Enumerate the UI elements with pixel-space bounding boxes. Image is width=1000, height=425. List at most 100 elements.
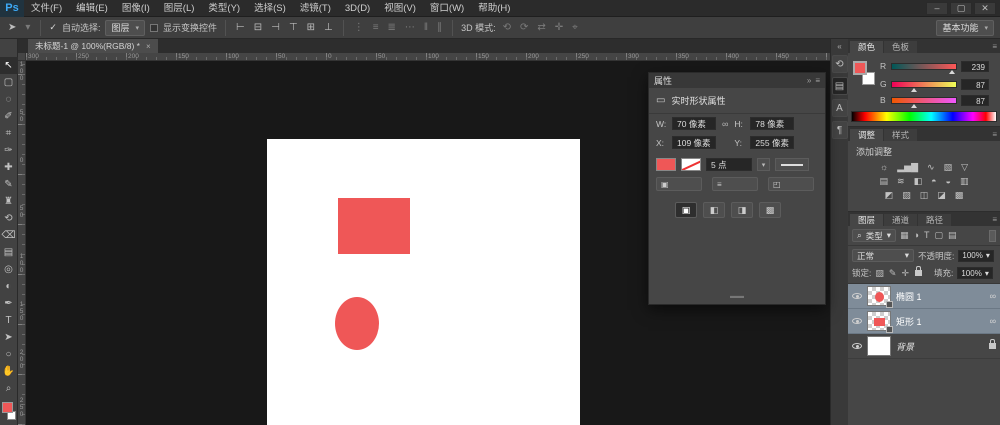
- collapse-panel-icon[interactable]: »: [807, 76, 811, 85]
- visibility-eye-icon[interactable]: [852, 318, 862, 324]
- eraser-tool[interactable]: ⌫: [0, 227, 18, 244]
- lock-image-icon[interactable]: ✎: [889, 268, 897, 279]
- type-tool[interactable]: T: [0, 312, 18, 329]
- path-selection-tool[interactable]: ➤: [0, 329, 18, 346]
- blue-slider[interactable]: [891, 97, 957, 104]
- layer-thumbnail[interactable]: [867, 286, 891, 306]
- gradient-tool[interactable]: ▤: [0, 244, 18, 261]
- zoom-tool[interactable]: ⌕: [0, 380, 18, 397]
- curves-icon[interactable]: ∿: [927, 162, 935, 172]
- color-spectrum-bar[interactable]: [851, 111, 997, 122]
- align-top-edges-icon[interactable]: ⊤: [287, 22, 300, 33]
- black-white-icon[interactable]: ◧: [914, 176, 923, 186]
- align-bottom-edges-icon[interactable]: ⊥: [322, 22, 335, 33]
- spot-healing-tool[interactable]: ✚: [0, 159, 18, 176]
- dodge-tool[interactable]: ◐: [0, 278, 18, 295]
- restore-button[interactable]: ▢: [950, 2, 972, 15]
- green-slider[interactable]: [891, 81, 957, 88]
- color-balance-icon[interactable]: ≋: [897, 176, 905, 186]
- height-field[interactable]: 78 像素: [750, 117, 794, 130]
- panel-menu-icon[interactable]: ≡: [992, 215, 997, 224]
- lock-position-icon[interactable]: ✛: [901, 268, 909, 279]
- filter-shape-layers-icon[interactable]: ▢: [935, 230, 944, 241]
- vertical-ruler[interactable]: 10050050100150200250: [18, 61, 26, 425]
- artboard[interactable]: [267, 139, 580, 425]
- layer-thumbnail[interactable]: [867, 311, 891, 331]
- 3d-drag-icon[interactable]: ⇄: [535, 22, 547, 33]
- pathop-intersect-button[interactable]: ◨: [731, 202, 753, 218]
- width-field[interactable]: 70 像素: [672, 117, 716, 130]
- vibrance-icon[interactable]: ▽: [961, 162, 968, 172]
- panel-resize-grip[interactable]: ▬▬: [730, 293, 744, 300]
- opacity-field[interactable]: 100% ▾: [958, 250, 993, 262]
- lock-transparent-icon[interactable]: ▨: [875, 268, 884, 279]
- panel-menu-icon[interactable]: ≡: [815, 76, 820, 85]
- close-button[interactable]: ✕: [974, 2, 996, 15]
- slider-handle[interactable]: [949, 70, 955, 74]
- pathop-subtract-button[interactable]: ◧: [703, 202, 725, 218]
- filter-smart-objects-icon[interactable]: ▤: [948, 230, 957, 241]
- tab-styles[interactable]: 样式: [884, 129, 917, 141]
- move-tool[interactable]: ↖: [0, 57, 18, 74]
- tool-preset-arrow-icon[interactable]: ▾: [23, 22, 32, 33]
- selective-color-icon[interactable]: ◪: [937, 190, 946, 200]
- quick-selection-tool[interactable]: ✐: [0, 108, 18, 125]
- tab-color[interactable]: 颜色: [850, 41, 883, 53]
- layer-row-background[interactable]: 背景: [848, 334, 1000, 359]
- slider-handle[interactable]: [911, 104, 917, 108]
- blend-mode-dropdown[interactable]: 正常 ▾: [852, 249, 914, 262]
- workspace-switcher[interactable]: 基本功能 ▾: [936, 20, 994, 36]
- stroke-type-dropdown[interactable]: [775, 158, 809, 171]
- color-lookup-icon[interactable]: ▥: [960, 176, 969, 186]
- distribute-bottom-icon[interactable]: ≣: [386, 22, 398, 33]
- lasso-tool[interactable]: ◌: [0, 91, 18, 108]
- align-left-edges-icon[interactable]: ⊢: [234, 22, 247, 33]
- blue-value[interactable]: 87: [961, 95, 989, 106]
- layer-filter-toggle[interactable]: [989, 230, 996, 242]
- minimize-button[interactable]: –: [926, 2, 948, 15]
- auto-select-target-dropdown[interactable]: 图层 ▾: [105, 20, 145, 36]
- y-field[interactable]: 255 像素: [750, 136, 794, 149]
- move-tool-icon[interactable]: ➤: [6, 22, 18, 33]
- posterize-icon[interactable]: ▨: [902, 190, 911, 200]
- levels-icon[interactable]: ▂▅▇: [897, 162, 918, 172]
- photo-filter-icon[interactable]: ◓: [931, 176, 936, 186]
- gradient-map-icon[interactable]: ▩: [955, 190, 964, 200]
- fill-color-swatch[interactable]: [656, 158, 676, 171]
- link-icon[interactable]: ∞: [990, 291, 996, 301]
- stroke-corner-combo[interactable]: ◰: [768, 177, 814, 191]
- character-panel-icon[interactable]: A: [832, 99, 848, 117]
- layer-row-ellipse[interactable]: 椭圆 1 ∞: [848, 284, 1000, 309]
- align-right-edges-icon[interactable]: ⊣: [269, 22, 282, 33]
- stroke-color-swatch[interactable]: [681, 158, 701, 171]
- tab-paths[interactable]: 路径: [918, 214, 951, 226]
- stroke-cap-combo[interactable]: ≡: [712, 177, 758, 191]
- shape-tool[interactable]: ○: [0, 346, 18, 363]
- align-horizontal-centers-icon[interactable]: ⊟: [252, 22, 264, 33]
- tab-close-icon[interactable]: ×: [146, 42, 151, 51]
- stroke-align-combo[interactable]: ▣: [656, 177, 702, 191]
- red-slider[interactable]: [891, 63, 957, 70]
- history-panel-icon[interactable]: ⟲: [832, 55, 848, 73]
- slider-handle[interactable]: [911, 88, 917, 92]
- green-value[interactable]: 87: [961, 79, 989, 90]
- tab-adjustments[interactable]: 调整: [850, 129, 883, 141]
- align-vertical-centers-icon[interactable]: ⊞: [305, 22, 317, 33]
- link-icon[interactable]: ∞: [990, 316, 996, 326]
- red-value[interactable]: 239: [961, 61, 989, 72]
- hue-saturation-icon[interactable]: ▤: [880, 176, 889, 186]
- menu-help[interactable]: 帮助(H): [471, 0, 517, 17]
- exposure-icon[interactable]: ▧: [944, 162, 953, 172]
- menu-file[interactable]: 文件(F): [24, 0, 69, 17]
- pathop-exclude-button[interactable]: ▩: [759, 202, 781, 218]
- foreground-color-swatch[interactable]: [853, 61, 867, 75]
- 3d-slide-icon[interactable]: ✛: [553, 22, 565, 33]
- blur-tool[interactable]: ◎: [0, 261, 18, 278]
- properties-panel-icon[interactable]: ▤: [832, 77, 848, 95]
- expand-panels-icon[interactable]: «: [832, 41, 848, 51]
- document-tab[interactable]: 未标题-1 @ 100%(RGB/8) * ×: [28, 39, 158, 53]
- eyedropper-tool[interactable]: ✑: [0, 142, 18, 159]
- brush-tool[interactable]: ✎: [0, 176, 18, 193]
- tab-layers[interactable]: 图层: [850, 214, 883, 226]
- tab-channels[interactable]: 通道: [884, 214, 917, 226]
